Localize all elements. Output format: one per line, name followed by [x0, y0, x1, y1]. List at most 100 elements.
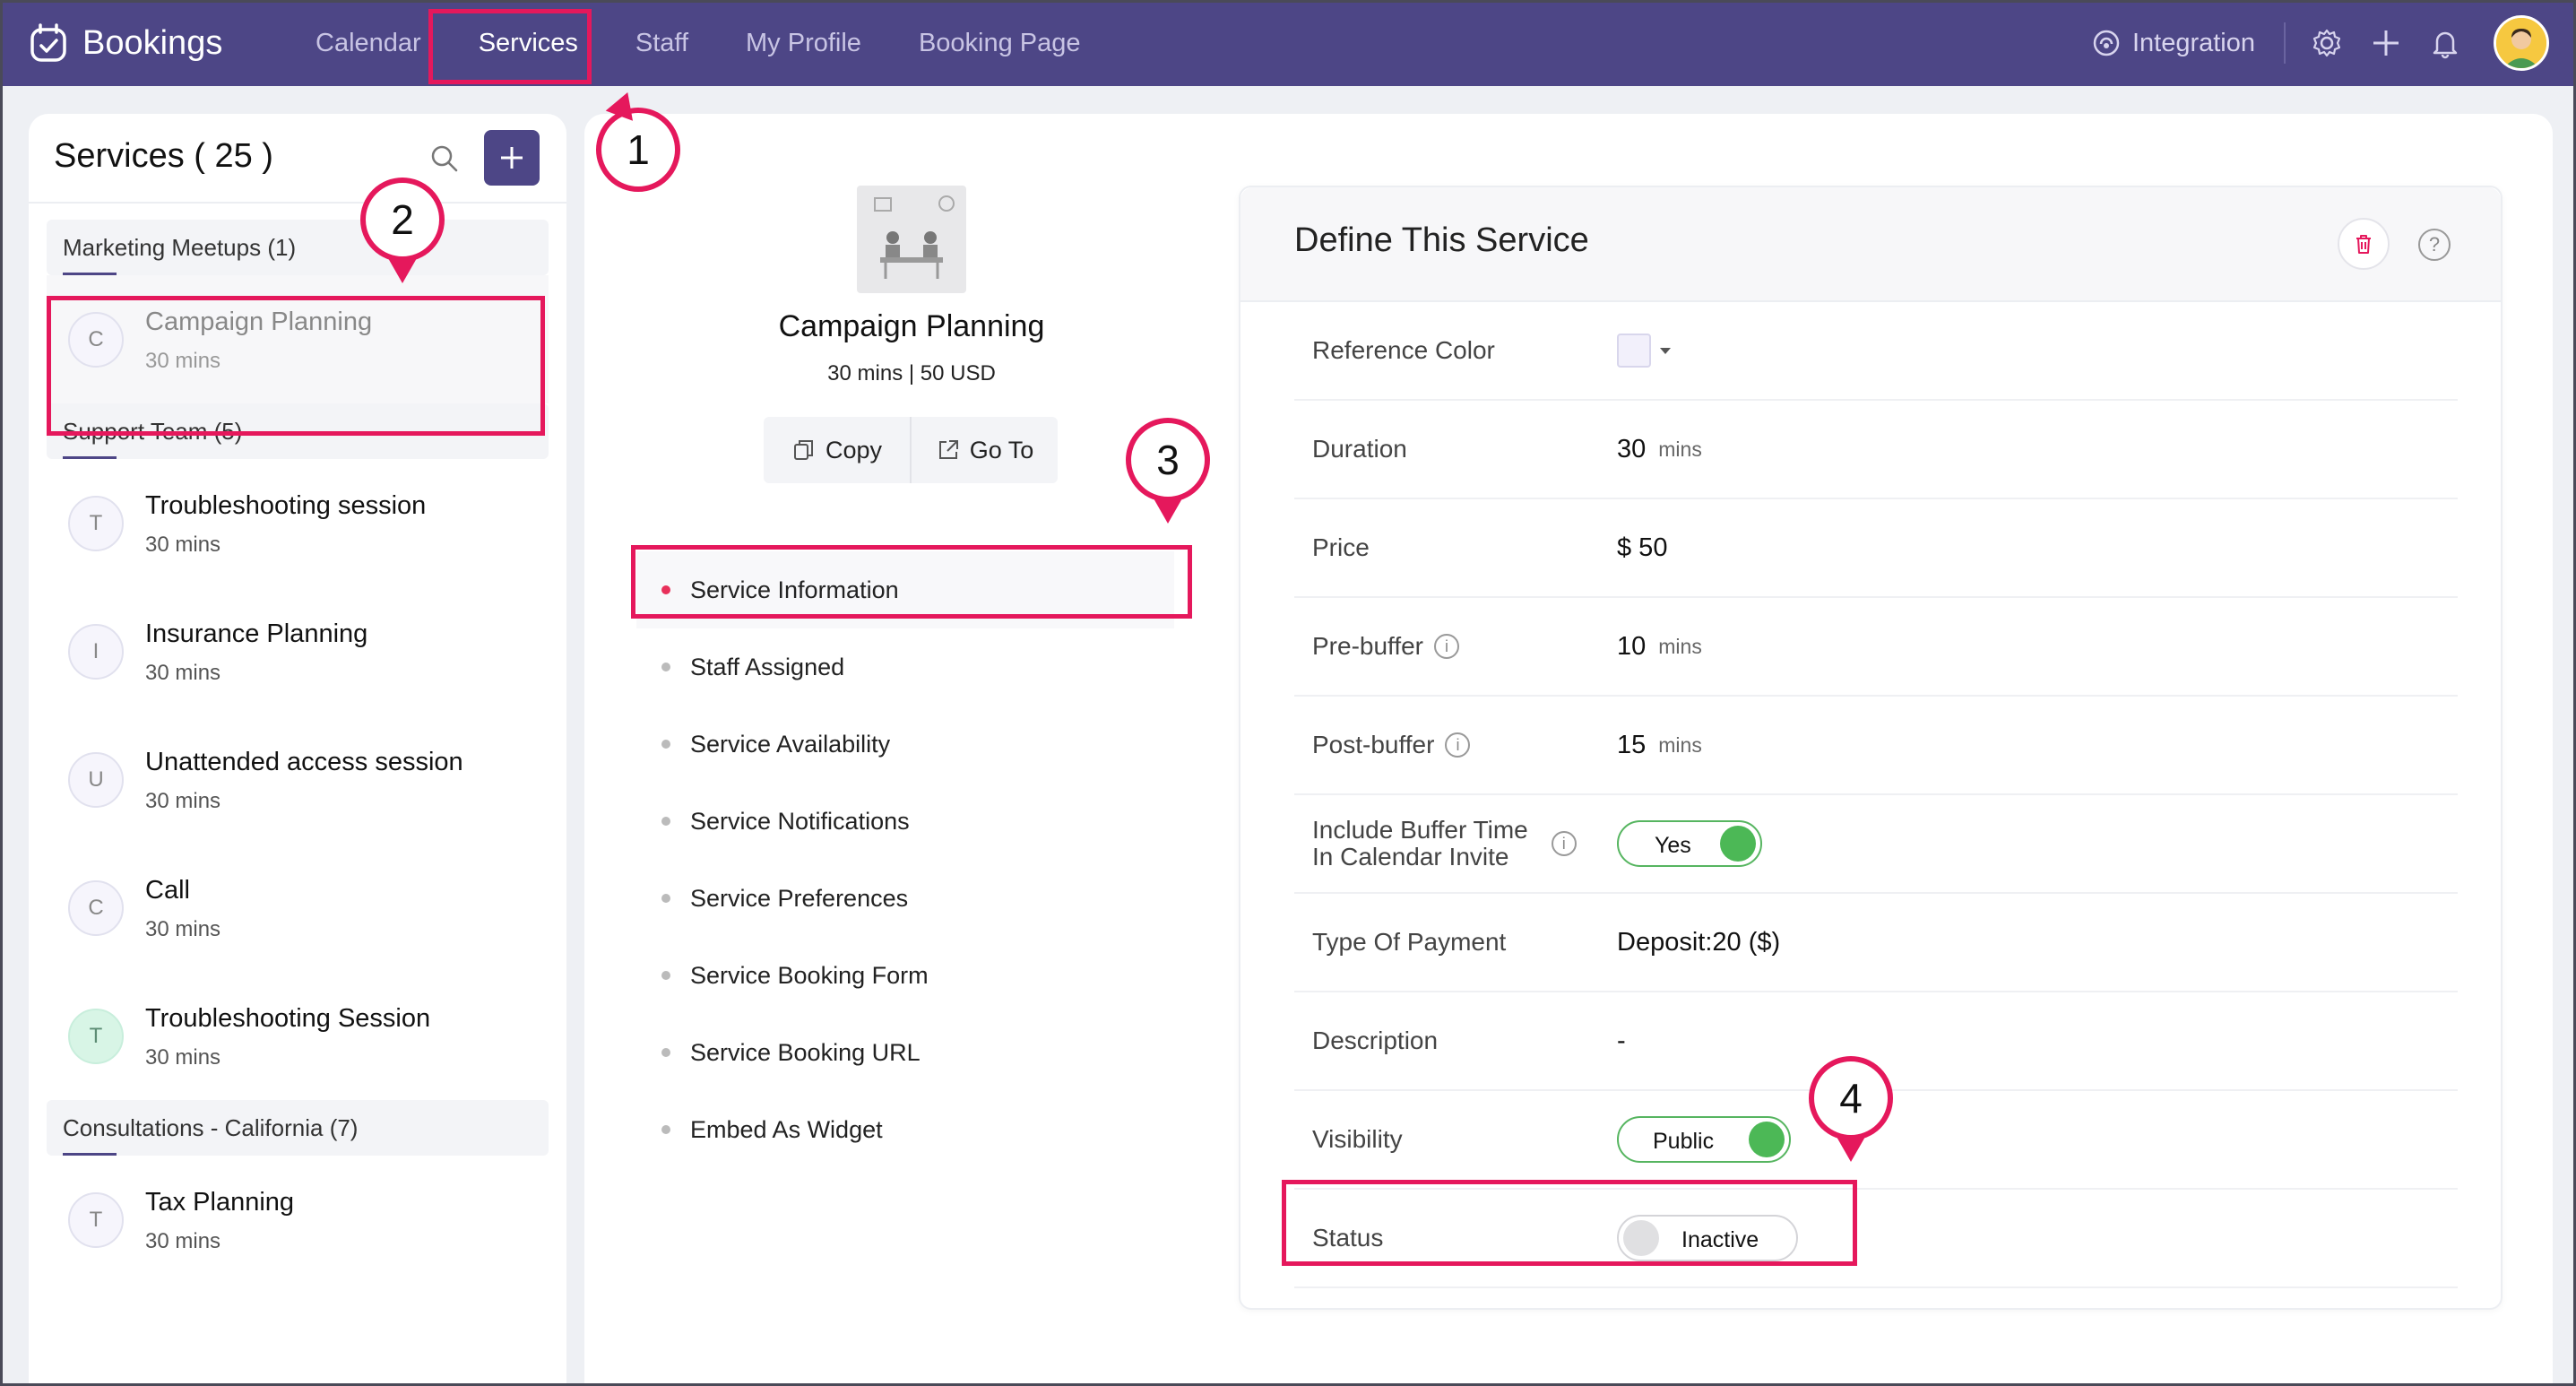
status-toggle[interactable]: Inactive [1617, 1215, 1798, 1261]
service-item-tax-planning[interactable]: T Tax Planning 30 mins [47, 1156, 549, 1284]
services-list-panel: Services ( 25 ) Marketing Meetups (1) C … [29, 114, 566, 1386]
service-thumbnail [857, 186, 966, 293]
menu-embed-as-widget[interactable]: Embed As Widget [636, 1091, 1174, 1168]
external-link-icon [938, 440, 958, 459]
help-button[interactable]: ? [2418, 229, 2451, 261]
user-avatar-icon [2496, 18, 2546, 68]
callout-number: 1 [627, 126, 650, 173]
group-header-support-team[interactable]: Support Team (5) [47, 403, 549, 459]
goto-label: Go To [969, 436, 1034, 463]
toggle-label: Inactive [1681, 1227, 1759, 1252]
brand[interactable]: Bookings [27, 22, 287, 65]
menu-dot [661, 1125, 670, 1134]
nav-calendar[interactable]: Calendar [287, 0, 450, 86]
post-buffer-value: 15 mins [1617, 697, 1702, 793]
copy-button[interactable]: Copy [764, 417, 910, 483]
menu-dot [661, 663, 670, 671]
callout-number: 4 [1839, 1075, 1863, 1122]
menu-service-information[interactable]: Service Information [636, 551, 1174, 628]
service-item-unattended-access-session[interactable]: U Unattended access session 30 mins [47, 715, 549, 844]
plus-icon [2373, 30, 2399, 56]
user-avatar[interactable] [2494, 15, 2549, 71]
nav-booking-page[interactable]: Booking Page [890, 0, 1110, 86]
row-type-of-payment: Type Of Payment Deposit:20 ($) [1294, 894, 2458, 992]
menu-staff-assigned[interactable]: Staff Assigned [636, 628, 1174, 706]
row-reference-color: Reference Color [1294, 302, 2458, 401]
payment-value: Deposit:20 ($) [1617, 927, 1781, 957]
pre-buffer-label: Pre-buffer [1312, 632, 1423, 660]
service-name: Tax Planning [145, 1188, 295, 1217]
service-name: Troubleshooting session [145, 491, 427, 520]
trash-icon [2356, 235, 2371, 254]
app-name: Bookings [82, 23, 223, 62]
service-name: Unattended access session [145, 748, 463, 776]
group-label: Marketing Meetups (1) [63, 234, 297, 261]
integration-link[interactable]: Integration [2091, 22, 2286, 64]
service-item-campaign-planning[interactable]: C Campaign Planning 30 mins [47, 275, 549, 403]
visibility-toggle[interactable]: Public [1617, 1116, 1791, 1163]
notifications-button[interactable] [2427, 25, 2463, 61]
include-buffer-label-line1: Include Buffer Time [1312, 816, 1528, 844]
service-actions: Copy Go To [764, 417, 1058, 483]
main-nav: Calendar Services Staff My Profile Booki… [287, 0, 1110, 86]
menu-service-notifications[interactable]: Service Notifications [636, 783, 1174, 860]
settings-button[interactable] [2309, 25, 2345, 61]
search-services-button[interactable] [428, 143, 461, 179]
toggle-knob [1749, 1122, 1785, 1157]
callout-2: 2 [360, 178, 445, 262]
menu-service-booking-form[interactable]: Service Booking Form [636, 937, 1174, 1014]
caret-down-icon[interactable] [1660, 347, 1671, 354]
service-name: Insurance Planning [145, 619, 368, 648]
menu-service-availability[interactable]: Service Availability [636, 706, 1174, 783]
group-label: Support Team (5) [63, 418, 243, 445]
reference-color-picker[interactable] [1617, 302, 1671, 399]
menu-service-preferences[interactable]: Service Preferences [636, 860, 1174, 937]
define-service-title: Define This Service [1294, 221, 1589, 259]
info-icon[interactable]: i [1445, 732, 1471, 758]
callout-1: 1 [596, 108, 680, 192]
group-header-consultations-california[interactable]: Consultations - California (7) [47, 1100, 549, 1156]
service-duration: 30 mins [145, 917, 221, 941]
include-buffer-toggle[interactable]: Yes [1617, 820, 1762, 867]
menu-label: Embed As Widget [690, 1115, 883, 1143]
service-initial-avatar: C [68, 879, 124, 936]
color-swatch[interactable] [1617, 334, 1651, 368]
menu-label: Staff Assigned [690, 653, 845, 680]
field-label: Duration [1312, 435, 1407, 463]
service-item-insurance-planning[interactable]: I Insurance Planning 30 mins [47, 587, 549, 715]
bell-icon [2433, 31, 2458, 59]
define-service-header: Define This Service ? [1240, 187, 2501, 302]
service-initial-avatar: T [68, 1008, 124, 1064]
visibility-toggle-wrap: Public [1617, 1091, 1791, 1188]
callout-4: 4 [1809, 1056, 1893, 1140]
nav-services[interactable]: Services [450, 0, 607, 86]
menu-service-booking-url[interactable]: Service Booking URL [636, 1014, 1174, 1091]
service-initial-avatar: T [68, 495, 124, 551]
service-duration: 30 mins [145, 661, 221, 685]
toggle-knob [1720, 826, 1756, 862]
delete-service-button[interactable] [2338, 218, 2390, 270]
pre-buffer-value: 10 mins [1617, 598, 1702, 695]
service-item-call[interactable]: C Call 30 mins [47, 844, 549, 972]
service-name: Call [145, 876, 190, 905]
service-item-troubleshooting-session[interactable]: T Troubleshooting session 30 mins [47, 459, 549, 587]
add-service-button[interactable] [484, 130, 540, 186]
goto-button[interactable]: Go To [910, 417, 1058, 483]
nav-staff[interactable]: Staff [607, 0, 717, 86]
include-buffer-toggle-wrap: Yes [1617, 795, 1762, 892]
nav-my-profile[interactable]: My Profile [717, 0, 890, 86]
callout-number: 3 [1156, 437, 1180, 483]
service-item-troubleshooting-session-2[interactable]: T Troubleshooting Session 30 mins [47, 972, 549, 1100]
copy-icon [793, 440, 813, 460]
group-label: Consultations - California (7) [63, 1114, 359, 1141]
group-header-marketing-meetups[interactable]: Marketing Meetups (1) [47, 220, 549, 275]
row-include-buffer: Include Buffer Time In Calendar Invite i… [1294, 795, 2458, 894]
field-label: Price [1312, 533, 1370, 561]
service-initial-avatar: C [68, 311, 124, 368]
add-new-button[interactable] [2368, 25, 2404, 61]
info-icon[interactable]: i [1434, 634, 1459, 659]
service-duration: 30 mins [145, 349, 221, 373]
menu-label: Service Booking URL [690, 1038, 921, 1066]
info-icon[interactable]: i [1551, 831, 1577, 856]
row-post-buffer: Post-buffer i 15 mins [1294, 697, 2458, 795]
